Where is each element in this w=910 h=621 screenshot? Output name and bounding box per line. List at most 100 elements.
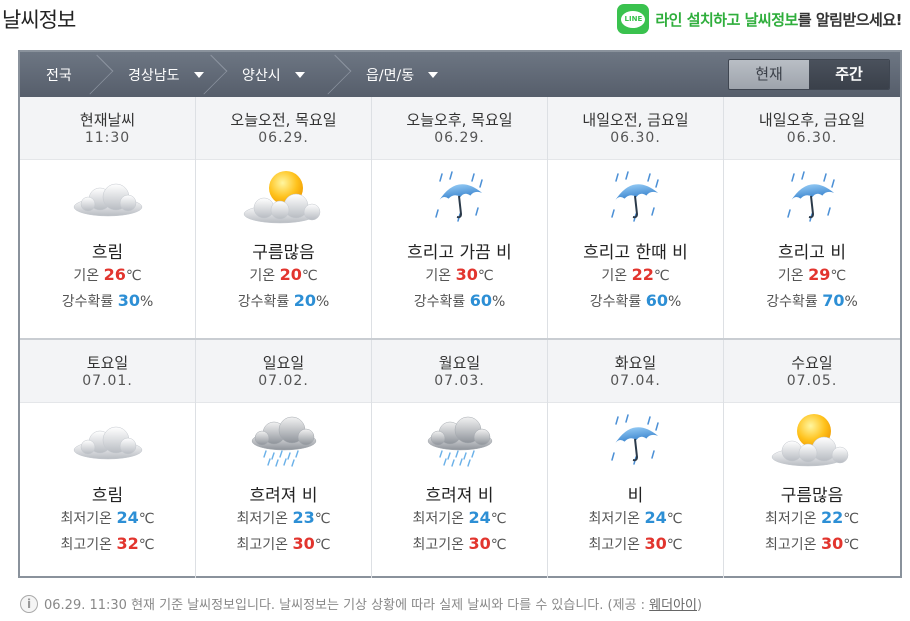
max-temperature: 최고기온 30℃	[236, 534, 331, 553]
forecast-date: 07.04.	[610, 373, 661, 389]
info-icon: i	[20, 594, 38, 613]
forecast-header: 월요일 07.03.	[372, 340, 547, 403]
rain-probability: 강수확률 60%	[589, 291, 682, 310]
weather-condition: 흐려져 비	[249, 486, 318, 506]
forecast-date: 06.29.	[258, 130, 309, 146]
forecast-header: 오늘오후, 목요일 06.29.	[372, 97, 547, 160]
provider-link[interactable]: 웨더아이	[649, 598, 697, 613]
rain-probability: 강수확률 60%	[413, 291, 506, 310]
current-forecast-row: 현재날씨 11:30 흐림 기온 26℃ 강수확률 30% 오늘오전, 목요일 …	[20, 97, 900, 338]
cloudy-icon	[20, 403, 195, 479]
forecast-cell: 일요일 07.02. 흐려져 비 최저기온 23℃ 최고기온 30℃	[196, 340, 372, 578]
forecast-date: 06.30.	[610, 130, 661, 146]
rain-probability: 강수확률 30%	[61, 291, 154, 310]
forecast-date: 07.03.	[434, 373, 485, 389]
temperature: 기온 30℃	[425, 265, 494, 284]
forecast-header: 내일오전, 금요일 06.30.	[548, 97, 723, 160]
min-temperature: 최저기온 24℃	[60, 508, 155, 527]
umbrella-rain-icon	[548, 403, 723, 479]
cloudy-icon	[20, 160, 195, 236]
forecast-period: 내일오전, 금요일	[582, 111, 689, 129]
forecast-period: 화요일	[614, 354, 657, 372]
forecast-header: 토요일 07.01.	[20, 340, 195, 403]
forecast-date: 11:30	[84, 130, 131, 146]
temperature: 기온 26℃	[73, 265, 142, 284]
location-toolbar: 전국 경상남도 양산시 읍/면/동 현재 주간	[20, 52, 900, 97]
sun-cloud-icon	[724, 403, 900, 479]
forecast-cell: 현재날씨 11:30 흐림 기온 26℃ 강수확률 30%	[20, 97, 196, 338]
weather-condition: 흐림	[91, 243, 124, 263]
forecast-header: 오늘오전, 목요일 06.29.	[196, 97, 371, 160]
page-title: 날씨정보	[2, 8, 76, 32]
umbrella-rain-icon	[548, 160, 723, 236]
forecast-header: 수요일 07.05.	[724, 340, 900, 403]
weekly-forecast-row: 토요일 07.01. 흐림 최저기온 24℃ 최고기온 32℃ 일요일 07.0…	[20, 338, 900, 578]
forecast-period: 오늘오후, 목요일	[406, 111, 513, 129]
weather-condition: 구름많음	[252, 243, 315, 263]
forecast-period: 일요일	[262, 354, 305, 372]
forecast-header: 내일오후, 금요일 06.30.	[724, 97, 900, 160]
forecast-date: 06.29.	[434, 130, 485, 146]
max-temperature: 최고기온 30℃	[412, 534, 507, 553]
view-toggle: 현재 주간	[728, 59, 890, 90]
promo-text: 라인 설치하고 날씨정보를 알림받으세요!	[655, 10, 902, 29]
forecast-date: 07.05.	[786, 373, 838, 389]
forecast-period: 오늘오전, 목요일	[230, 111, 337, 129]
weather-condition: 비	[627, 486, 644, 506]
forecast-period: 월요일	[438, 354, 481, 372]
min-temperature: 최저기온 24℃	[588, 508, 683, 527]
forecast-date: 06.30.	[786, 130, 838, 146]
cloud-rain-icon	[372, 403, 547, 479]
min-temperature: 최저기온 23℃	[236, 508, 331, 527]
forecast-period: 현재날씨	[79, 111, 136, 129]
toggle-current-button[interactable]: 현재	[729, 60, 809, 89]
footer-note: i 06.29. 11:30 현재 기준 날씨정보입니다. 날씨정보는 기상 상…	[20, 594, 702, 613]
weather-condition: 흐림	[91, 486, 124, 506]
umbrella-rain-icon	[724, 160, 900, 236]
breadcrumb-province-dropdown[interactable]: 경상남도	[102, 52, 216, 97]
sun-cloud-icon	[196, 160, 371, 236]
forecast-header: 현재날씨 11:30	[20, 97, 195, 160]
forecast-period: 토요일	[86, 354, 129, 372]
forecast-header: 일요일 07.02.	[196, 340, 371, 403]
breadcrumb-city-dropdown[interactable]: 양산시	[216, 52, 340, 97]
forecast-cell: 오늘오전, 목요일 06.29. 구름많음 기온 20℃ 강수확률 20%	[196, 97, 372, 338]
forecast-cell: 내일오후, 금요일 06.30. 흐리고 비 기온 29℃ 강수확률 70%	[724, 97, 900, 338]
weather-condition: 구름많음	[780, 486, 844, 506]
min-temperature: 최저기온 24℃	[412, 508, 507, 527]
max-temperature: 최고기온 32℃	[60, 534, 155, 553]
temperature: 기온 20℃	[249, 265, 318, 284]
weather-condition: 흐려져 비	[425, 486, 494, 506]
breadcrumb-nationwide[interactable]: 전국	[20, 52, 102, 97]
forecast-header: 화요일 07.04.	[548, 340, 723, 403]
forecast-cell: 토요일 07.01. 흐림 최저기온 24℃ 최고기온 32℃	[20, 340, 196, 578]
forecast-date: 07.02.	[258, 373, 309, 389]
max-temperature: 최고기온 30℃	[765, 534, 859, 553]
forecast-cell: 화요일 07.04. 비 최저기온 24℃ 최고기온 30℃	[548, 340, 724, 578]
weather-condition: 흐리고 한때 비	[583, 243, 688, 263]
forecast-date: 07.01.	[82, 373, 133, 389]
line-promo-banner[interactable]: LINE 라인 설치하고 날씨정보를 알림받으세요!	[617, 4, 903, 34]
breadcrumb-town-dropdown[interactable]: 읍/면/동	[340, 52, 450, 97]
chevron-down-icon	[294, 71, 305, 78]
temperature: 기온 22℃	[601, 265, 670, 284]
forecast-cell: 오늘오후, 목요일 06.29. 흐리고 가끔 비 기온 30℃ 강수확률 60…	[372, 97, 548, 338]
weather-condition: 흐리고 가끔 비	[407, 243, 512, 263]
weather-panel: 전국 경상남도 양산시 읍/면/동 현재 주간 현재날씨 11:30 흐림 기온…	[18, 50, 902, 578]
umbrella-rain-icon	[372, 160, 547, 236]
forecast-cell: 월요일 07.03. 흐려져 비 최저기온 24℃ 최고기온 30℃	[372, 340, 548, 578]
toggle-weekly-button[interactable]: 주간	[809, 60, 889, 89]
temperature: 기온 29℃	[777, 265, 847, 284]
forecast-period: 수요일	[791, 354, 833, 372]
chevron-down-icon	[193, 71, 204, 78]
weather-condition: 흐리고 비	[778, 243, 846, 263]
forecast-cell: 내일오전, 금요일 06.30. 흐리고 한때 비 기온 22℃ 강수확률 60…	[548, 97, 724, 338]
forecast-period: 내일오후, 금요일	[758, 111, 866, 129]
forecast-cell: 수요일 07.05. 구름많음 최저기온 22℃ 최고기온 30℃	[724, 340, 900, 578]
rain-probability: 강수확률 70%	[766, 291, 858, 310]
rain-probability: 강수확률 20%	[237, 291, 330, 310]
max-temperature: 최고기온 30℃	[588, 534, 683, 553]
line-logo-icon: LINE	[617, 4, 650, 34]
cloud-rain-icon	[196, 403, 371, 479]
chevron-down-icon	[428, 71, 439, 78]
